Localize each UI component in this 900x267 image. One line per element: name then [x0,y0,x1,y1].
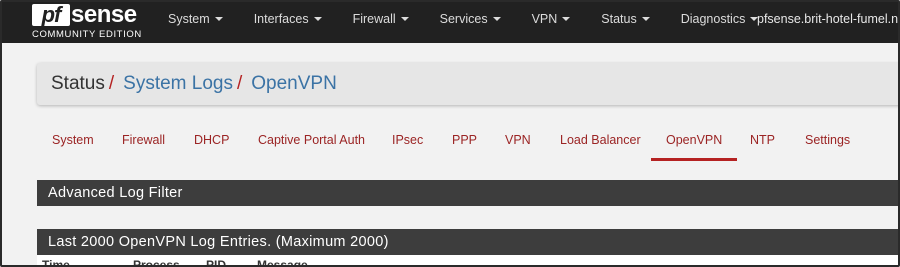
log-table-header: Time Process PID Message [42,258,898,265]
browser-frame: pf sense COMMUNITY EDITION System Interf… [0,0,900,267]
column-header-time[interactable]: Time [42,258,70,265]
tab-ntp[interactable]: NTP [750,122,775,162]
breadcrumb-separator: / [108,73,115,94]
tab-dhcp[interactable]: DHCP [194,122,229,162]
caret-down-icon [562,17,571,21]
caret-down-icon [641,17,650,21]
column-header-pid[interactable]: PID [206,258,226,265]
breadcrumb-link-openvpn[interactable]: OpenVPN [251,73,337,95]
nav-item-interfaces[interactable]: Interfaces [238,2,337,43]
nav-item-label: System [168,12,210,26]
breadcrumb-root: Status [51,73,105,94]
pfsense-logo[interactable]: pf sense COMMUNITY EDITION [24,1,144,42]
column-header-process[interactable]: Process [133,258,180,265]
tab-captive-portal-auth[interactable]: Captive Portal Auth [258,122,365,162]
nav-item-label: Firewall [352,12,396,26]
tab-firewall[interactable]: Firewall [122,122,165,162]
nav-item-label: Services [439,12,488,26]
logo-wordmark: sense [71,1,137,28]
log-entries-heading: Last 2000 OpenVPN Log Entries. (Maximum … [37,229,898,255]
top-navbar: pf sense COMMUNITY EDITION System Interf… [2,1,900,43]
caret-down-icon [214,17,223,21]
tab-ppp[interactable]: PPP [452,122,477,162]
nav-item-label: VPN [531,12,558,26]
caret-down-icon [313,17,322,21]
advanced-log-filter-body [37,206,898,230]
nav-menu: System Interfaces Firewall Services VPN … [152,2,773,43]
nav-item-label: Diagnostics [680,12,746,26]
logo-edition-label: COMMUNITY EDITION [32,29,142,40]
breadcrumb: Status / System Logs / OpenVPN [37,63,898,105]
nav-item-label: Status [601,12,637,26]
nav-item-firewall[interactable]: Firewall [337,2,424,43]
nav-item-system[interactable]: System [152,2,238,43]
caret-down-icon [400,17,409,21]
nav-item-vpn[interactable]: VPN [516,2,586,43]
tab-settings[interactable]: Settings [805,122,850,162]
tab-load-balancer[interactable]: Load Balancer [560,122,641,162]
hostname-label: pfsense.brit-hotel-fumel.ne [757,12,900,26]
tab-ipsec[interactable]: IPsec [392,122,423,162]
tab-vpn[interactable]: VPN [505,122,531,162]
column-header-message[interactable]: Message [257,258,308,265]
nav-item-services[interactable]: Services [424,2,516,43]
breadcrumb-separator: / [236,73,243,94]
log-tabs: System Firewall DHCP Captive Portal Auth… [37,122,898,164]
advanced-log-filter-heading[interactable]: Advanced Log Filter [37,180,898,206]
logo-pf-mark: pf [32,4,70,26]
tab-system[interactable]: System [52,122,94,162]
breadcrumb-link-system-logs[interactable]: System Logs [123,73,233,95]
caret-down-icon [492,17,501,21]
nav-item-label: Interfaces [253,12,309,26]
tab-openvpn[interactable]: OpenVPN [650,122,738,162]
nav-item-status[interactable]: Status [585,2,664,43]
